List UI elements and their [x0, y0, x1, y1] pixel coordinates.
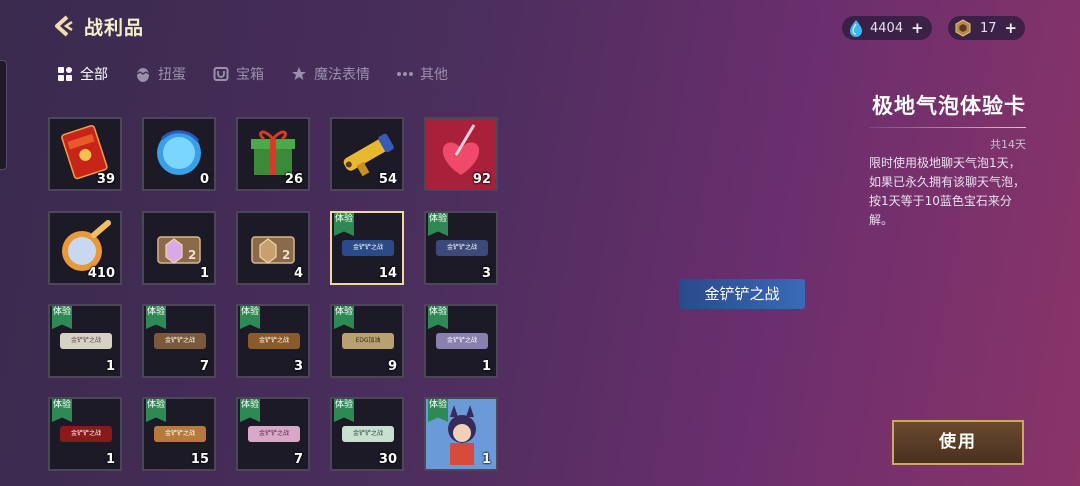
- item-slot[interactable]: 金铲铲之战 体验 1: [48, 304, 122, 378]
- item-slot[interactable]: 410: [48, 211, 122, 285]
- item-slot[interactable]: 92: [424, 117, 498, 191]
- item-slot[interactable]: 2 1: [142, 211, 216, 285]
- back-button[interactable]: [52, 14, 74, 38]
- item-slot[interactable]: 金铲铲之战 体验 30: [330, 397, 404, 471]
- item-slot[interactable]: 金铲铲之战 体验 1: [48, 397, 122, 471]
- item-count: 1: [105, 359, 115, 374]
- tab-magic-emote[interactable]: 魔法表情: [290, 64, 370, 84]
- trial-badge: 体验: [334, 213, 354, 236]
- item-count: 1: [481, 359, 491, 374]
- chat-bubble-icon: 金铲铲之战: [342, 240, 394, 256]
- item-slot[interactable]: 54: [330, 117, 404, 191]
- tab-other[interactable]: 其他: [396, 64, 448, 84]
- item-count: 1: [199, 266, 209, 281]
- item-count: 1: [105, 452, 115, 467]
- category-tabs: 全部 扭蛋 宝箱 魔法表情 其他: [56, 64, 474, 84]
- tab-all[interactable]: 全部: [56, 64, 108, 84]
- item-count: 7: [199, 359, 209, 374]
- item-count: 92: [472, 172, 491, 187]
- gem-count: 4404: [870, 20, 904, 36]
- more-icon: [396, 65, 414, 83]
- item-count: 54: [378, 172, 397, 187]
- chat-bubble-icon: 金铲铲之战: [342, 426, 394, 442]
- header: 战利品: [52, 12, 144, 40]
- chat-bubble-icon: 金铲铲之战: [436, 333, 488, 349]
- item-slot[interactable]: 0: [142, 117, 216, 191]
- gold-token-icon: [955, 19, 971, 37]
- tab-label: 全部: [80, 67, 108, 83]
- item-slot[interactable]: 体验 1: [424, 397, 498, 471]
- trial-badge: 体验: [334, 399, 354, 422]
- item-slot[interactable]: 金铲铲之战 体验 3: [424, 211, 498, 285]
- item-count: 4: [293, 266, 303, 281]
- item-count: 26: [284, 172, 303, 187]
- back-arrow-icon: [55, 15, 73, 37]
- item-slot[interactable]: 金铲铲之战 体验 3: [236, 304, 310, 378]
- svg-text:2: 2: [188, 248, 196, 262]
- emote-icon: [290, 65, 308, 83]
- item-count: 0: [199, 172, 209, 187]
- add-gem-button[interactable]: +: [911, 19, 924, 37]
- item-slot[interactable]: 26: [236, 117, 310, 191]
- chat-bubble-icon: EDG加油: [342, 333, 394, 349]
- tab-label: 宝箱: [236, 67, 264, 83]
- egg-icon: [134, 65, 152, 83]
- trial-badge: 体验: [52, 306, 72, 329]
- trial-badge: 体验: [428, 213, 448, 236]
- item-count: 9: [387, 359, 397, 374]
- chat-bubble-preview: 金铲铲之战: [679, 279, 805, 309]
- add-token-button[interactable]: +: [1005, 19, 1018, 37]
- tab-label: 魔法表情: [314, 67, 370, 83]
- trial-badge: 体验: [146, 399, 166, 422]
- trial-badge: 体验: [240, 306, 260, 329]
- item-slot[interactable]: 金铲铲之战 体验 7: [142, 304, 216, 378]
- item-count: 3: [481, 266, 491, 281]
- chat-bubble-icon: 金铲铲之战: [436, 240, 488, 256]
- trial-badge: 体验: [146, 306, 166, 329]
- trial-badge: 体验: [428, 306, 448, 329]
- gem-currency[interactable]: 4404 +: [842, 16, 932, 40]
- chat-bubble-icon: 金铲铲之战: [154, 426, 206, 442]
- grid-icon: [56, 65, 74, 83]
- chest-icon: [212, 65, 230, 83]
- item-count: 15: [190, 452, 209, 467]
- blue-gem-icon: [850, 20, 862, 37]
- item-slot[interactable]: 金铲铲之战 体验 1: [424, 304, 498, 378]
- divider: [869, 127, 1026, 128]
- item-count: 410: [87, 266, 115, 281]
- tab-label: 扭蛋: [158, 67, 186, 83]
- chat-bubble-icon: 金铲铲之战: [60, 426, 112, 442]
- svg-text:2: 2: [282, 248, 290, 262]
- side-drawer-handle[interactable]: [0, 60, 7, 170]
- item-count: 39: [96, 172, 115, 187]
- item-count: 7: [293, 452, 303, 467]
- item-count: 14: [378, 266, 397, 281]
- chat-bubble-icon: 金铲铲之战: [248, 426, 300, 442]
- page-title: 战利品: [84, 16, 145, 39]
- item-slot[interactable]: 39: [48, 117, 122, 191]
- item-slot-selected[interactable]: 金铲铲之战 体验 14: [330, 211, 404, 285]
- item-count: 3: [293, 359, 303, 374]
- trial-badge: 体验: [240, 399, 260, 422]
- use-button[interactable]: 使用: [892, 420, 1024, 465]
- trial-badge: 体验: [52, 399, 72, 422]
- chat-bubble-icon: 金铲铲之战: [60, 333, 112, 349]
- item-slot[interactable]: 2 4: [236, 211, 310, 285]
- item-duration: 共14天: [990, 138, 1026, 151]
- item-title: 极地气泡体验卡: [872, 94, 1026, 118]
- item-slot[interactable]: 金铲铲之战 体验 15: [142, 397, 216, 471]
- item-slot[interactable]: 金铲铲之战 体验 7: [236, 397, 310, 471]
- tab-gacha[interactable]: 扭蛋: [134, 64, 186, 84]
- chat-bubble-icon: 金铲铲之战: [154, 333, 206, 349]
- item-slot[interactable]: EDG加油 体验 9: [330, 304, 404, 378]
- tab-label: 其他: [420, 67, 448, 83]
- chat-bubble-icon: 金铲铲之战: [248, 333, 300, 349]
- token-count: 17: [980, 20, 997, 36]
- item-description: 限时使用极地聊天气泡1天，如果已永久拥有该聊天气泡，按1天等于10蓝色宝石来分解…: [869, 156, 1026, 227]
- item-count: 1: [481, 452, 491, 467]
- token-currency[interactable]: 17 +: [948, 16, 1026, 40]
- trial-badge: 体验: [334, 306, 354, 329]
- item-count: 30: [378, 452, 397, 467]
- tab-chest[interactable]: 宝箱: [212, 64, 264, 84]
